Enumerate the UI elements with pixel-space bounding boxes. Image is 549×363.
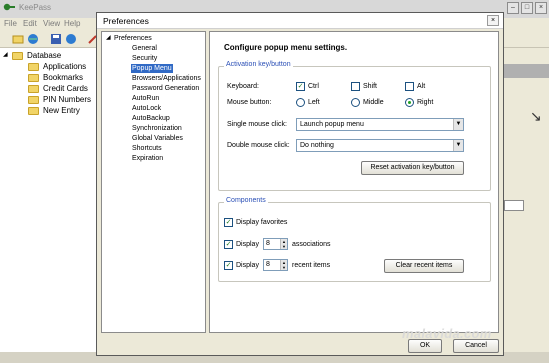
tree-item-label: Applications	[43, 62, 87, 71]
double-click-label: Double mouse click:	[227, 142, 290, 149]
watermark: malavida.com	[402, 326, 492, 341]
group-title: Components	[224, 197, 268, 204]
components-group: Components ✓ Display favorites ✓ Display…	[218, 197, 491, 282]
close-button[interactable]: ×	[535, 2, 547, 14]
tree-item-label: New Entry	[43, 106, 80, 115]
display-associations-checkbox[interactable]: ✓	[224, 240, 233, 249]
single-click-value: Launch popup menu	[300, 121, 364, 128]
menu-help[interactable]: Help	[64, 19, 80, 28]
display-favorites-checkbox[interactable]: ✓	[224, 218, 233, 227]
chevron-down-icon[interactable]: ▼	[453, 140, 463, 151]
ctrl-checkbox[interactable]: ✓	[296, 82, 305, 91]
right-radio[interactable]	[405, 98, 414, 107]
nav-item-global-variables[interactable]: Global Variables	[131, 134, 184, 143]
shift-label: Shift	[363, 83, 378, 90]
keyboard-label: Keyboard:	[227, 83, 259, 90]
folder-icon	[28, 74, 39, 82]
display-favorites-label: Display favorites	[236, 219, 288, 226]
globe-icon[interactable]	[27, 33, 39, 45]
nav-item-browsers[interactable]: Browsers/Applications	[131, 74, 202, 83]
collapse-icon[interactable]: ◢	[3, 51, 8, 58]
ctrl-label: Ctrl	[308, 83, 319, 90]
cursor-icon: ↘	[530, 108, 542, 124]
nav-item-synchronization[interactable]: Synchronization	[131, 124, 183, 133]
folder-icon	[28, 85, 39, 93]
nav-item-autorun[interactable]: AutoRun	[131, 94, 160, 103]
middle-radio[interactable]	[351, 98, 360, 107]
menu-view[interactable]: View	[43, 19, 60, 28]
folder-icon	[28, 63, 39, 71]
display-label: Display	[236, 241, 259, 248]
associations-label: associations	[292, 241, 331, 248]
entry-list-area: ↘	[500, 48, 549, 352]
shift-checkbox[interactable]	[351, 82, 360, 91]
maximize-button[interactable]: □	[521, 2, 533, 14]
tree-item-label: Credit Cards	[43, 84, 88, 93]
nav-item-popup-menu[interactable]: Popup Menu	[131, 64, 173, 73]
associations-stepper[interactable]: 8 ▲ ▼	[263, 238, 288, 250]
recent-items-value: 8	[266, 261, 270, 268]
display-label: Display	[236, 262, 259, 269]
save-icon[interactable]	[50, 33, 62, 45]
activation-group: Activation key/button Keyboard: ✓ Ctrl S…	[218, 61, 491, 191]
app-title: KeePass	[19, 3, 52, 12]
left-label: Left	[308, 99, 320, 106]
mouse-button-label: Mouse button:	[227, 99, 272, 106]
folder-icon	[12, 52, 23, 60]
middle-label: Middle	[363, 99, 384, 106]
recent-items-stepper[interactable]: 8 ▲ ▼	[263, 259, 288, 271]
reset-activation-button[interactable]: Reset activation key/button	[361, 161, 464, 175]
preferences-nav: ◢ Preferences General Security Popup Men…	[101, 31, 206, 333]
group-title: Activation key/button	[224, 61, 293, 68]
nav-item-autobackup[interactable]: AutoBackup	[131, 114, 171, 123]
nav-item-security[interactable]: Security	[131, 54, 158, 63]
settings-panel: Configure popup menu settings. Activatio…	[209, 31, 499, 333]
window-controls: – □ ×	[507, 2, 547, 14]
single-click-select[interactable]: Launch popup menu ▼	[296, 118, 464, 131]
folder-icon	[28, 96, 39, 104]
stepper-arrows-icon[interactable]: ▲ ▼	[280, 239, 287, 249]
nav-root[interactable]: Preferences	[114, 34, 152, 43]
nav-item-expiration[interactable]: Expiration	[131, 154, 164, 163]
tree-item-label: Bookmarks	[43, 73, 84, 82]
single-click-label: Single mouse click:	[227, 121, 287, 128]
group-tree: ◢ Database Applications Bookmarks Credit…	[0, 48, 98, 352]
tree-item-label: PIN Numbers	[43, 95, 92, 104]
nav-item-password-generation[interactable]: Password Generation	[131, 84, 200, 93]
cancel-button[interactable]: Cancel	[453, 339, 499, 353]
preferences-dialog: Preferences × ◢ Preferences General Secu…	[96, 12, 504, 356]
stepper-arrows-icon[interactable]: ▲ ▼	[280, 260, 287, 270]
menu-edit[interactable]: Edit	[23, 19, 37, 28]
dialog-titlebar: Preferences ×	[97, 13, 503, 29]
open-folder-icon[interactable]	[12, 33, 24, 45]
collapse-icon[interactable]: ◢	[106, 34, 111, 41]
tree-item-label: Database	[27, 51, 62, 60]
field-box[interactable]	[504, 200, 524, 211]
left-radio[interactable]	[296, 98, 305, 107]
associations-value: 8	[266, 240, 270, 247]
ok-button[interactable]: OK	[408, 339, 442, 353]
double-click-value: Do nothing	[300, 142, 334, 149]
double-click-select[interactable]: Do nothing ▼	[296, 139, 464, 152]
minimize-button[interactable]: –	[507, 2, 519, 14]
alt-label: Alt	[417, 83, 426, 90]
clear-recent-items-button[interactable]: Clear recent items	[384, 259, 464, 273]
chevron-down-icon[interactable]: ▼	[453, 119, 463, 130]
menu-file[interactable]: File	[4, 19, 17, 28]
list-header	[500, 64, 549, 78]
folder-icon	[28, 107, 39, 115]
keepass-logo-icon	[3, 3, 15, 11]
recent-items-label: recent items	[292, 262, 331, 269]
dialog-title: Preferences	[103, 16, 149, 26]
display-recent-checkbox[interactable]: ✓	[224, 261, 233, 270]
nav-item-autolock[interactable]: AutoLock	[131, 104, 162, 113]
dialog-close-button[interactable]: ×	[487, 15, 499, 26]
alt-checkbox[interactable]	[405, 82, 414, 91]
nav-item-shortcuts[interactable]: Shortcuts	[131, 144, 163, 153]
sync-icon[interactable]	[65, 33, 77, 45]
panel-heading: Configure popup menu settings.	[224, 43, 348, 52]
right-label: Right	[417, 99, 434, 106]
nav-item-general[interactable]: General	[131, 44, 158, 53]
